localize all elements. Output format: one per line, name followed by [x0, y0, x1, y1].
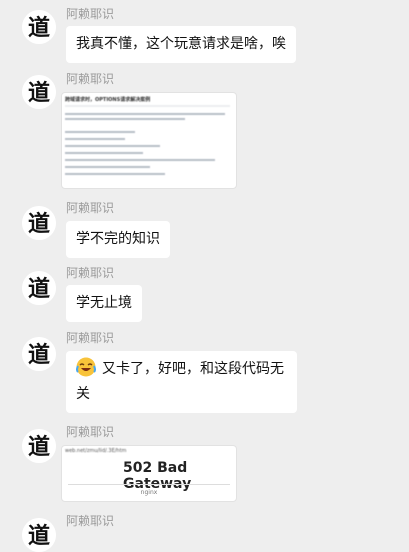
- avatar[interactable]: 道: [22, 271, 56, 305]
- image-text-line: [65, 138, 125, 140]
- avatar[interactable]: 道: [22, 337, 56, 371]
- divider: [68, 484, 230, 485]
- message-bubble[interactable]: 学无止境: [66, 285, 142, 322]
- message-text: 又卡了，好吧，和这段代码无关: [76, 361, 284, 402]
- svg-text:道: 道: [28, 523, 50, 549]
- svg-text:道: 道: [28, 342, 50, 368]
- image-doc-title: 跨域请求时，OPTIONS请求解决案例: [65, 97, 151, 103]
- error-heading: 502 Bad Gateway: [123, 460, 192, 492]
- message-bubble[interactable]: 我真不懂，这个玩意请求是啥，唉: [66, 26, 296, 63]
- sender-name: 阿赖耶识: [66, 425, 115, 439]
- message-bubble[interactable]: 学不完的知识: [66, 221, 170, 258]
- avatar[interactable]: 道: [22, 75, 56, 109]
- svg-text:道: 道: [28, 80, 50, 106]
- sender-name: 阿赖耶识: [66, 201, 115, 215]
- image-text-line: [65, 159, 215, 161]
- message-bubble[interactable]: 又卡了，好吧，和这段代码无关: [66, 351, 297, 413]
- svg-text:道: 道: [28, 276, 50, 302]
- avatar[interactable]: 道: [22, 429, 56, 463]
- image-text-line: [65, 152, 143, 154]
- image-text-line: [65, 166, 150, 168]
- image-attachment[interactable]: web.net/zmu/lid/.3E/htm 502 Bad Gateway …: [61, 445, 237, 502]
- svg-text:道: 道: [28, 15, 50, 41]
- image-attachment[interactable]: 跨域请求时，OPTIONS请求解决案例: [61, 92, 237, 189]
- sender-name: 阿赖耶识: [66, 331, 115, 345]
- image-text-line: [65, 173, 165, 175]
- sender-name: 阿赖耶识: [66, 72, 115, 86]
- svg-text:道: 道: [28, 211, 50, 237]
- image-text-line: [65, 105, 230, 107]
- sender-name: 阿赖耶识: [66, 266, 115, 280]
- chat-window: { "messages": [ {"sender": "阿赖耶识", "text…: [0, 0, 409, 552]
- image-url-text: web.net/zmu/lid/.3E/htm: [65, 448, 127, 454]
- image-text-line: [65, 118, 185, 120]
- sender-name: 阿赖耶识: [66, 7, 115, 21]
- crying-laughing-emoji-icon: [76, 357, 96, 377]
- image-text-line: [65, 131, 135, 133]
- svg-text:道: 道: [28, 434, 50, 460]
- avatar[interactable]: 道: [22, 206, 56, 240]
- avatar[interactable]: 道: [22, 10, 56, 44]
- image-text-line: [65, 113, 225, 115]
- image-text-line: [65, 145, 160, 147]
- avatar[interactable]: 道: [22, 518, 56, 552]
- server-footer: nginx: [140, 489, 158, 496]
